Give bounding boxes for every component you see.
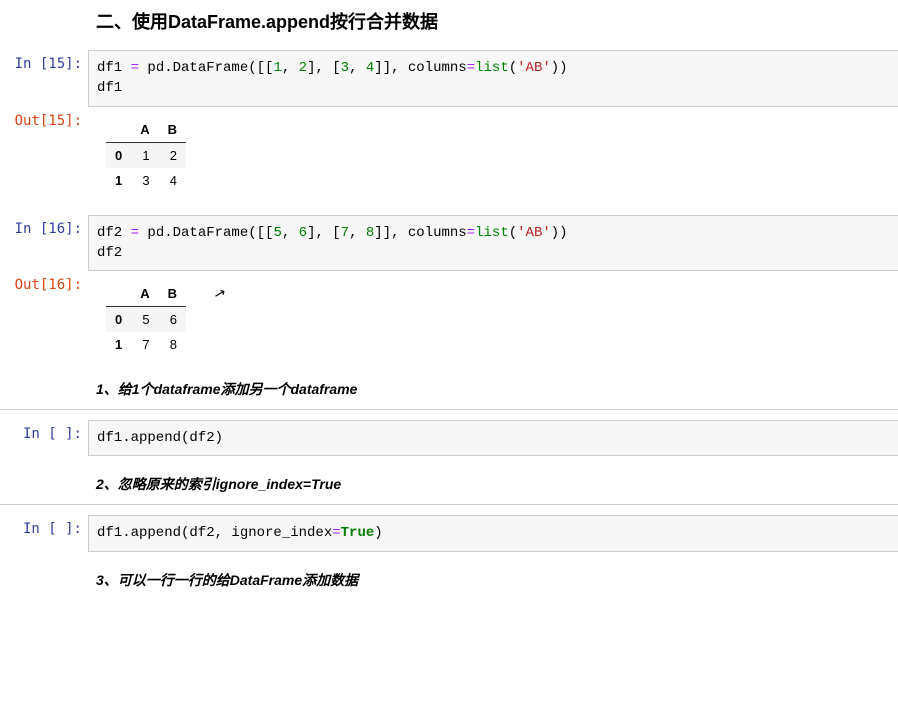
code-token: ]], columns — [374, 225, 466, 241]
code-token: 'AB' — [517, 225, 551, 241]
in-prompt-16: In [16]: — [0, 215, 88, 237]
code-token: ], [ — [307, 225, 341, 241]
code-token: True — [341, 525, 375, 541]
code-token: df2 — [97, 225, 131, 241]
code-token: df1.append(df2) — [97, 430, 223, 446]
output-area-15: A B 0 1 2 1 3 4 — [88, 107, 898, 203]
code-token: , — [349, 225, 366, 241]
table-header-row: A B — [106, 281, 186, 307]
code-cell-16: In [16]: df2 = pd.DataFrame([[5, 6], [7,… — [0, 215, 898, 272]
col-header: B — [159, 117, 186, 143]
code-token: , — [282, 60, 299, 76]
table-cell: 3 — [131, 168, 158, 193]
notebook: 二、使用DataFrame.append按行合并数据 In [15]: df1 … — [0, 0, 898, 600]
divider — [0, 409, 898, 410]
code-token: df1 — [97, 60, 131, 76]
section-heading: 二、使用DataFrame.append按行合并数据 — [0, 0, 898, 50]
code-token: ( — [509, 60, 517, 76]
row-index: 1 — [106, 332, 131, 357]
table-row: 1 3 4 — [106, 168, 186, 193]
code-token: = — [131, 60, 139, 76]
code-token: list — [475, 60, 509, 76]
code-token: df2 — [97, 245, 122, 261]
subsection-heading-1: 1、给1个dataframe添加另一个dataframe — [0, 367, 898, 409]
table-cell: 4 — [159, 168, 186, 193]
code-token: df1.append(df2, ignore_index — [97, 525, 332, 541]
code-token: , — [282, 225, 299, 241]
in-prompt-15: In [15]: — [0, 50, 88, 72]
code-token: list — [475, 225, 509, 241]
code-token: 2 — [299, 60, 307, 76]
output-cell-15: Out[15]: A B 0 1 2 1 — [0, 107, 898, 203]
table-row: 1 7 8 — [106, 332, 186, 357]
out-prompt-15: Out[15]: — [0, 107, 88, 129]
divider — [0, 504, 898, 505]
table-row: 0 1 2 — [106, 142, 186, 168]
mouse-cursor-icon: ↖ — [212, 284, 228, 303]
code-token: ) — [374, 525, 382, 541]
dataframe-table-16: A B 0 5 6 1 7 8 — [106, 281, 186, 357]
code-token: = — [467, 60, 475, 76]
out-prompt-16: Out[16]: — [0, 271, 88, 293]
output-cell-16: Out[16]: A B 0 5 6 1 — [0, 271, 898, 367]
code-token: = — [131, 225, 139, 241]
table-header-row: A B — [106, 117, 186, 143]
code-token: 3 — [341, 60, 349, 76]
code-input-16[interactable]: df2 = pd.DataFrame([[5, 6], [7, 8]], col… — [88, 215, 898, 272]
row-index: 0 — [106, 142, 131, 168]
in-prompt-empty-2: In [ ]: — [0, 515, 88, 537]
subsection-heading-3: 3、可以一行一行的给DataFrame添加数据 — [0, 558, 898, 600]
code-token: df1 — [97, 80, 122, 96]
table-cell: 6 — [159, 307, 186, 333]
table-cell: 2 — [159, 142, 186, 168]
code-token: )) — [551, 225, 568, 241]
table-cell: 5 — [131, 307, 158, 333]
table-cell: 1 — [131, 142, 158, 168]
table-cell: 8 — [159, 332, 186, 357]
code-cell-empty-1: In [ ]: df1.append(df2) — [0, 420, 898, 456]
code-token: , — [349, 60, 366, 76]
col-header: B — [159, 281, 186, 307]
code-token: 5 — [273, 225, 281, 241]
code-token: pd.DataFrame([[ — [139, 60, 273, 76]
code-token: ]], columns — [374, 60, 466, 76]
in-prompt-empty-1: In [ ]: — [0, 420, 88, 442]
code-token: ], [ — [307, 60, 341, 76]
code-token: 6 — [299, 225, 307, 241]
code-token: 'AB' — [517, 60, 551, 76]
row-index: 1 — [106, 168, 131, 193]
code-cell-empty-2: In [ ]: df1.append(df2, ignore_index=Tru… — [0, 515, 898, 551]
dataframe-table-15: A B 0 1 2 1 3 4 — [106, 117, 186, 193]
code-token: ( — [509, 225, 517, 241]
code-token: = — [332, 525, 340, 541]
code-token: pd.DataFrame([[ — [139, 225, 273, 241]
col-header: A — [131, 281, 158, 307]
subsection-heading-2: 2、忽略原来的索引ignore_index=True — [0, 462, 898, 504]
output-area-16: A B 0 5 6 1 7 8 ↖ — [88, 271, 898, 367]
code-token: = — [467, 225, 475, 241]
row-index: 0 — [106, 307, 131, 333]
code-token: 1 — [273, 60, 281, 76]
code-input-empty-2[interactable]: df1.append(df2, ignore_index=True) — [88, 515, 898, 551]
code-token: 7 — [341, 225, 349, 241]
code-input-15[interactable]: df1 = pd.DataFrame([[1, 2], [3, 4]], col… — [88, 50, 898, 107]
code-token: )) — [551, 60, 568, 76]
code-cell-15: In [15]: df1 = pd.DataFrame([[1, 2], [3,… — [0, 50, 898, 107]
table-cell: 7 — [131, 332, 158, 357]
table-row: 0 5 6 — [106, 307, 186, 333]
col-header: A — [131, 117, 158, 143]
code-input-empty-1[interactable]: df1.append(df2) — [88, 420, 898, 456]
